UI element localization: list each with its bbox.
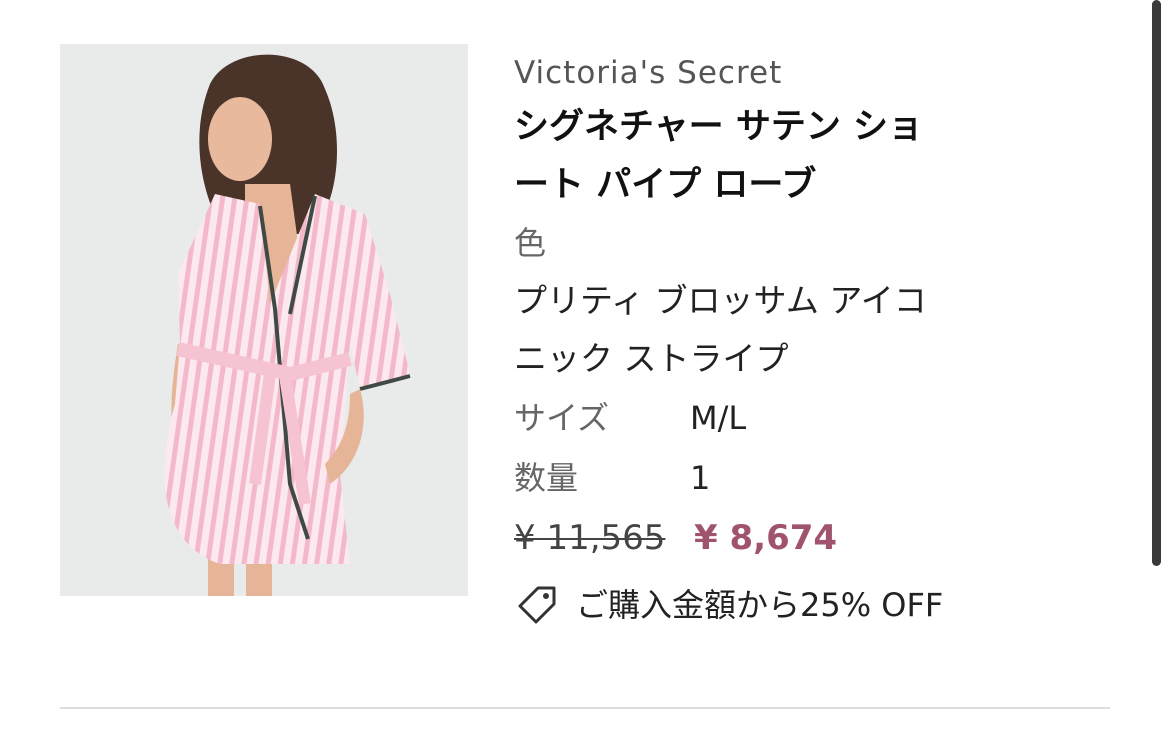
color-value: プリティ ブロッサム アイコ ニック ストライプ [514,272,1014,388]
size-label: サイズ [514,399,610,437]
size-row: サイズ M/L [514,388,1014,448]
robe-photo-illustration [60,44,468,596]
quantity-row: 数量 1 [514,448,1014,508]
promo-text: ご購入金額から25% OFF [576,586,944,624]
product-title[interactable]: シグネチャー サテン ショ ート パイプ ローブ [514,98,1014,214]
color-value-line2: ニック ストライプ [514,339,789,378]
promo-row: ご購入金額から25% OFF [514,576,1014,636]
scrollbar[interactable] [1152,0,1161,566]
brand-name[interactable]: Victoria's Secret [514,50,1014,96]
color-label: 色 [514,224,547,262]
price-row: ¥ 11,565 ¥ 8,674 [514,508,1014,568]
color-value-line1: プリティ ブロッサム アイコ [514,281,927,320]
original-price: ¥ 11,565 [514,518,666,558]
product-image[interactable] [60,44,468,596]
sale-price: ¥ 8,674 [694,518,838,558]
product-title-line2[interactable]: ート パイプ ローブ [514,156,1014,214]
product-title-line1[interactable]: シグネチャー サテン ショ [514,98,1014,156]
quantity-value: 1 [690,459,711,497]
product-info: Victoria's Secret シグネチャー サテン ショ ート パイプ ロ… [514,50,1014,636]
section-divider [60,707,1110,709]
tag-icon [514,582,560,628]
quantity-label: 数量 [514,459,579,497]
size-value: M/L [690,399,747,437]
